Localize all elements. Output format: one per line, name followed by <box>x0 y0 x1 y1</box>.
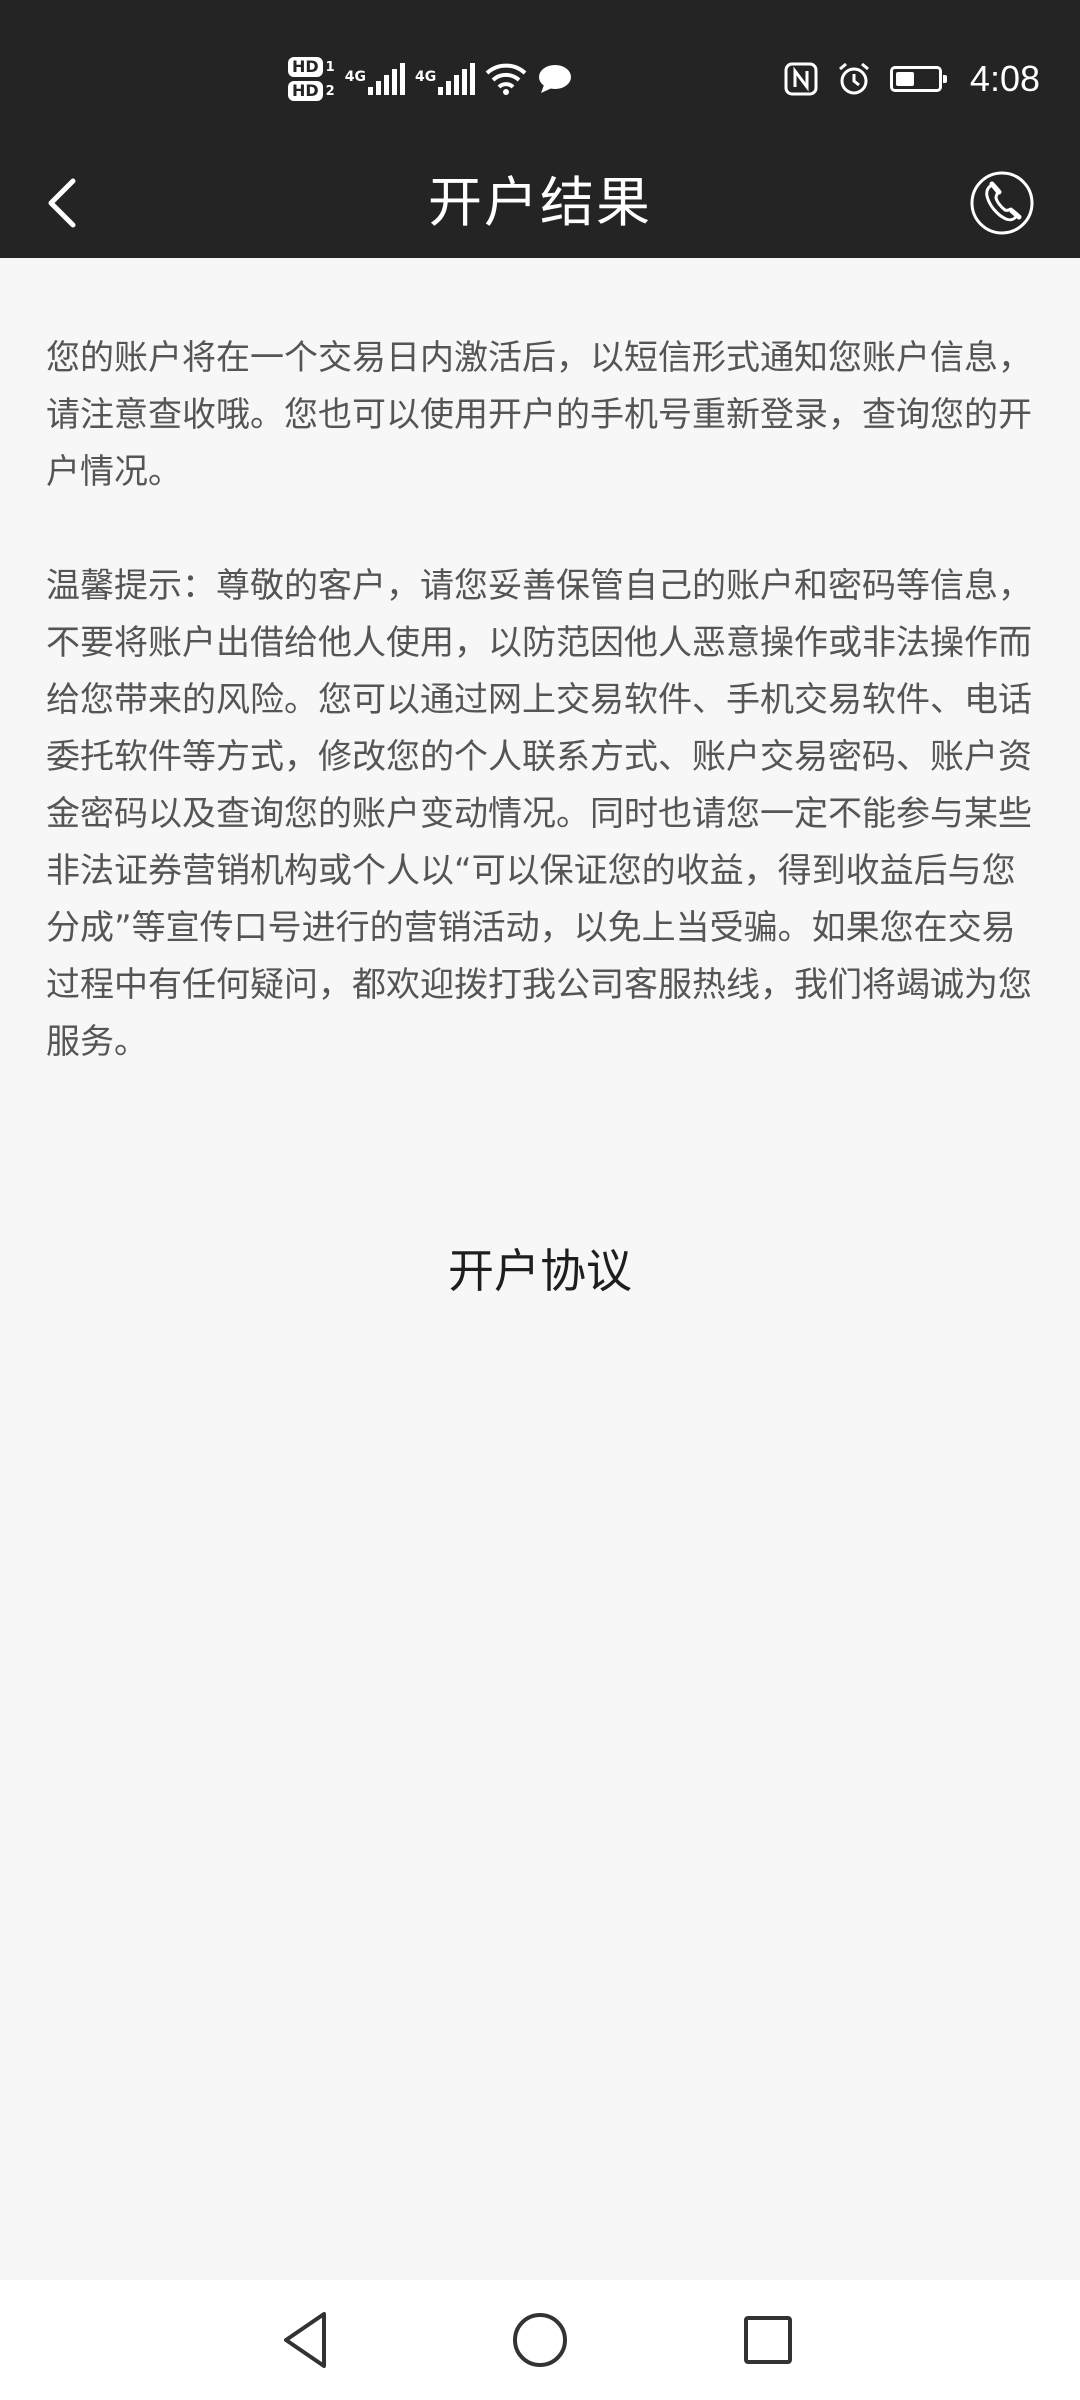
security-tips: 温馨提示：尊敬的客户，请您妥善保管自己的账户和密码等信息，不要将账户出借给他人使… <box>46 566 1032 1062</box>
signal-bars-icon <box>367 63 405 95</box>
battery-level <box>895 72 914 86</box>
alarm-icon <box>838 62 869 95</box>
hd-indicators: HD 1 HD 2 <box>288 57 335 101</box>
phone-icon <box>970 171 1034 235</box>
page-title: 开户结果 <box>428 171 652 234</box>
app-header: 开户结果 <box>0 148 1080 258</box>
battery-icon <box>889 66 947 92</box>
wifi-icon <box>485 63 527 95</box>
result-content: 您的账户将在一个交易日内激活后，以短信形式通知您账户信息，请注意查收哦。您也可以… <box>46 330 1036 1071</box>
status-bar-right: 4:08 <box>784 44 1040 114</box>
square-recents-icon <box>744 2316 792 2364</box>
status-bar-left: HD 1 HD 2 4G 4G <box>288 44 573 114</box>
message-icon <box>539 65 572 93</box>
system-nav-bar <box>0 2280 1080 2400</box>
triangle-back-icon <box>284 2312 326 2368</box>
hd1-badge: HD <box>288 57 323 77</box>
account-agreement-link[interactable]: 开户协议 <box>0 1235 1080 1301</box>
hd2-number: 2 <box>325 83 335 99</box>
hd1-number: 1 <box>325 59 335 75</box>
sim2-network-label: 4G <box>414 69 437 85</box>
hd2-indicator: HD 2 <box>288 81 335 101</box>
nav-home-button[interactable] <box>500 2300 580 2380</box>
sim1-signal: 4G <box>345 63 405 95</box>
clock: 4:08 <box>969 58 1040 99</box>
call-service-button[interactable] <box>968 169 1036 237</box>
circle-home-icon <box>513 2313 567 2367</box>
nav-back-button[interactable] <box>268 2300 348 2380</box>
sim2-signal: 4G <box>414 63 476 95</box>
hd1-indicator: HD 1 <box>288 57 335 77</box>
nfc-icon <box>784 62 818 96</box>
sim1-network-label: 4G <box>344 69 366 85</box>
activation-notice: 您的账户将在一个交易日内激活后，以短信形式通知您账户信息，请注意查收哦。您也可以… <box>46 338 1032 492</box>
hd2-badge: HD <box>288 81 323 101</box>
nav-recents-button[interactable] <box>728 2300 808 2380</box>
signal-bars-icon <box>438 63 476 95</box>
status-bar: HD 1 HD 2 4G 4G 4:08 <box>0 0 1080 148</box>
